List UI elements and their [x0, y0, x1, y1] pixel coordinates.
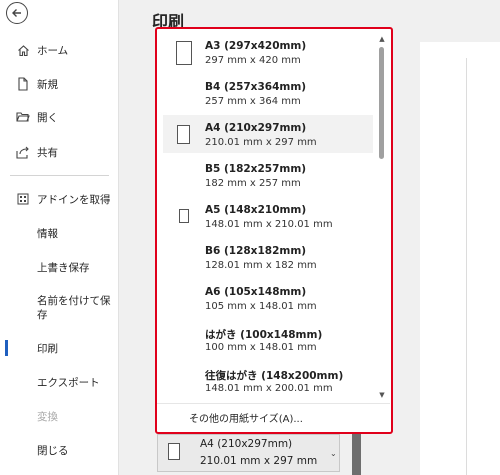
- paper-size-dims: 210.01 mm x 297 mm: [205, 137, 317, 148]
- sidebar-item-share[interactable]: 共有: [0, 138, 119, 166]
- paper-size-dims: 148.01 mm x 200.01 mm: [205, 383, 333, 394]
- portrait-page-icon: [177, 125, 190, 144]
- more-paper-sizes-link[interactable]: その他の用紙サイズ(A)...: [157, 403, 390, 431]
- sidebar-item-label: 共有: [37, 146, 58, 159]
- paper-size-option[interactable]: A3 (297x420mm) 297 mm x 420 mm: [163, 33, 373, 71]
- scroll-up-icon[interactable]: ▲: [378, 35, 386, 43]
- paper-size-name: B6 (128x182mm): [205, 245, 307, 257]
- paper-size-name: B4 (257x364mm): [205, 81, 307, 93]
- sidebar-item-open[interactable]: 開く: [0, 103, 119, 131]
- sidebar-item-label: アドインを取得: [37, 193, 111, 206]
- paper-size-option[interactable]: A6 (105x148mm) 105 mm x 148.01 mm: [163, 279, 373, 317]
- paper-size-name: はがき (100x148mm): [205, 329, 323, 341]
- sidebar-item-home[interactable]: ホーム: [0, 36, 119, 64]
- paper-size-dims: 148.01 mm x 210.01 mm: [205, 219, 333, 230]
- sidebar-item-close[interactable]: 閉じる: [0, 436, 119, 464]
- paper-size-option[interactable]: B4 (257x364mm) 257 mm x 364 mm: [163, 74, 373, 112]
- paper-size-option-selected[interactable]: A4 (210x297mm) 210.01 mm x 297 mm: [163, 115, 373, 153]
- sidebar-item-label: 上書き保存: [37, 261, 90, 274]
- backstage-sidebar: ホーム 新規 開く 共有 アドインを取得 情報 上書き保存 名前を付けて保存 印…: [0, 0, 119, 475]
- portrait-page-icon: [168, 443, 180, 460]
- portrait-page-icon: [176, 41, 192, 65]
- sidebar-item-new[interactable]: 新規: [0, 70, 119, 98]
- paper-size-dims: 257 mm x 364 mm: [205, 96, 301, 107]
- sidebar-item-get-addins[interactable]: アドインを取得: [0, 185, 119, 213]
- settings-scrollbar[interactable]: [352, 434, 361, 475]
- selected-paper-size-dims: 210.01 mm x 297 mm: [200, 455, 318, 467]
- paper-size-select[interactable]: A4 (210x297mm) 210.01 mm x 297 mm ⌄: [157, 434, 340, 472]
- paper-size-dims: 297 mm x 420 mm: [205, 55, 301, 66]
- sidebar-divider: [10, 175, 109, 176]
- sidebar-item-export[interactable]: エクスポート: [0, 368, 119, 396]
- paper-size-option[interactable]: 往復はがき (148x200mm) 148.01 mm x 200.01 mm: [163, 361, 373, 399]
- home-icon: [16, 43, 30, 57]
- paper-size-dims: 128.01 mm x 182 mm: [205, 260, 317, 271]
- paper-size-dims: 105 mm x 148.01 mm: [205, 301, 317, 312]
- paper-size-option[interactable]: B5 (182x257mm) 182 mm x 257 mm: [163, 156, 373, 194]
- paper-size-dropdown: A3 (297x420mm) 297 mm x 420 mm B4 (257x3…: [155, 27, 393, 434]
- print-preview-pane: [420, 42, 500, 475]
- back-button[interactable]: [6, 2, 28, 24]
- new-document-icon: [16, 77, 30, 91]
- paper-size-option[interactable]: B6 (128x182mm) 128.01 mm x 182 mm: [163, 238, 373, 276]
- active-indicator: [5, 340, 8, 356]
- sidebar-item-label: 印刷: [37, 342, 58, 355]
- sidebar-item-label: ホーム: [37, 44, 69, 57]
- paper-size-name: A6 (105x148mm): [205, 286, 307, 298]
- folder-open-icon: [16, 110, 30, 124]
- sidebar-item-save[interactable]: 上書き保存: [0, 253, 119, 281]
- paper-size-name: A3 (297x420mm): [205, 40, 307, 52]
- sidebar-item-save-as[interactable]: 名前を付けて保存: [0, 292, 115, 328]
- dropdown-scrollbar[interactable]: ▲ ▼: [377, 35, 387, 399]
- sidebar-item-label: エクスポート: [37, 376, 100, 389]
- paper-size-name: A4 (210x297mm): [205, 122, 307, 134]
- paper-size-name: B5 (182x257mm): [205, 163, 307, 175]
- paper-size-option[interactable]: はがき (100x148mm) 100 mm x 148.01 mm: [163, 320, 373, 358]
- sidebar-item-label: 変換: [37, 410, 58, 423]
- portrait-page-icon: [179, 209, 189, 223]
- sidebar-item-label: 開く: [37, 111, 58, 124]
- grid-icon: [16, 192, 30, 206]
- sidebar-item-info[interactable]: 情報: [0, 219, 119, 247]
- paper-size-name: A5 (148x210mm): [205, 204, 307, 216]
- preview-page-edge: [466, 58, 467, 475]
- chevron-down-icon: ⌄: [330, 449, 337, 458]
- share-icon: [16, 145, 30, 159]
- scrollbar-thumb[interactable]: [379, 47, 384, 159]
- paper-size-name: 往復はがき (148x200mm): [205, 370, 344, 382]
- sidebar-item-label: 情報: [37, 227, 58, 240]
- sidebar-item-label: 閉じる: [37, 444, 69, 457]
- scroll-down-icon[interactable]: ▼: [378, 391, 386, 399]
- sidebar-item-print[interactable]: 印刷: [0, 334, 119, 362]
- sidebar-item-label: 名前を付けて保存: [37, 295, 111, 321]
- paper-size-dims: 182 mm x 257 mm: [205, 178, 301, 189]
- selected-paper-size-name: A4 (210x297mm): [200, 438, 293, 450]
- sidebar-item-transform: 変換: [0, 402, 119, 430]
- paper-size-option[interactable]: A5 (148x210mm) 148.01 mm x 210.01 mm: [163, 197, 373, 235]
- arrow-left-icon: [12, 9, 21, 17]
- paper-size-dims: 100 mm x 148.01 mm: [205, 342, 317, 353]
- sidebar-item-label: 新規: [37, 78, 58, 91]
